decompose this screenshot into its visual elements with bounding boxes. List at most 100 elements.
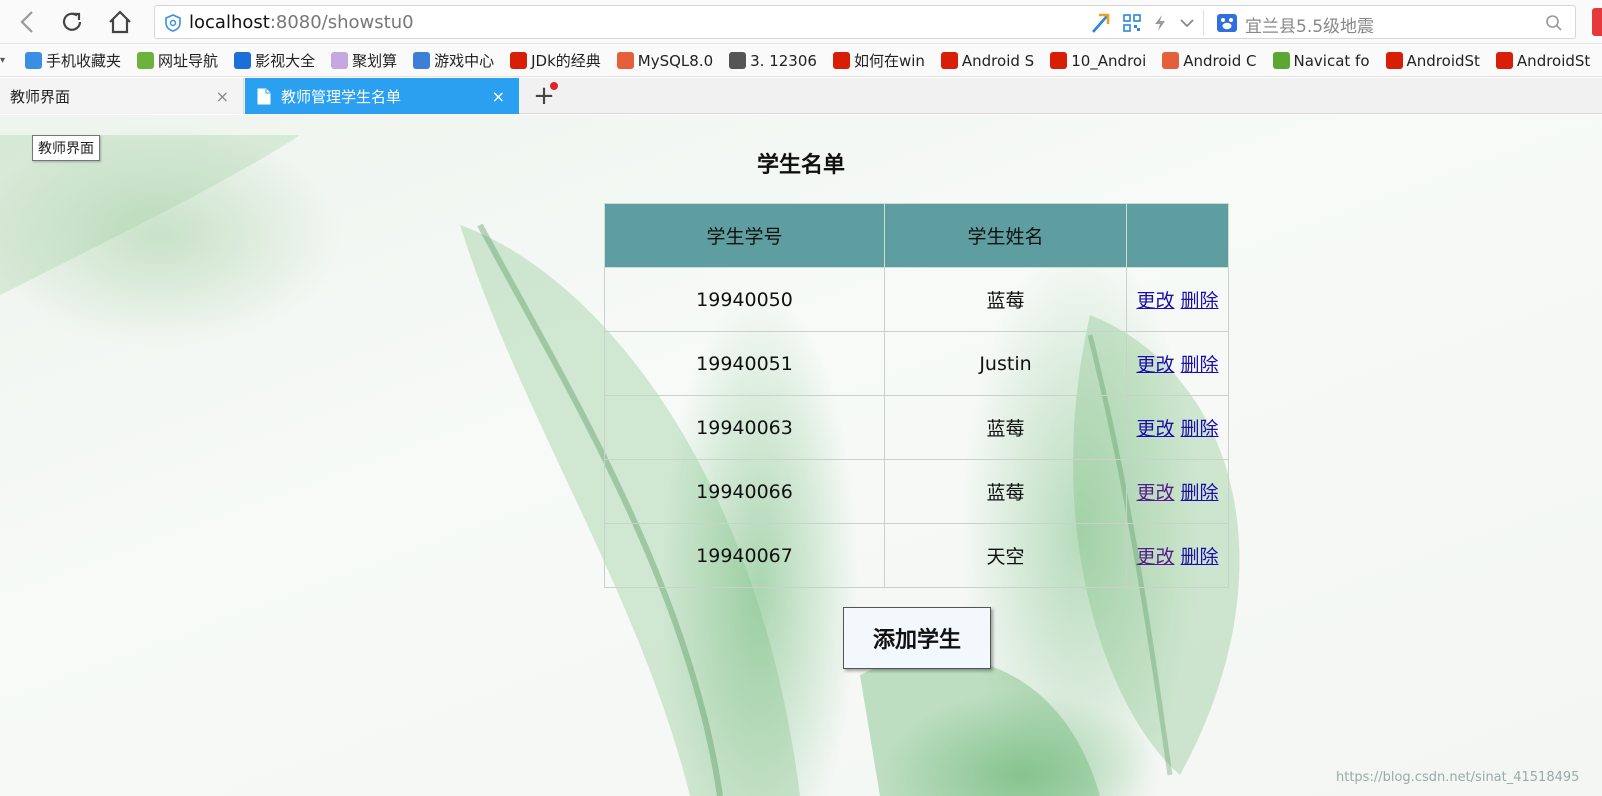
bookmark-item[interactable]: 网址导航 bbox=[137, 50, 218, 71]
url-path: :8080/showstu0 bbox=[269, 12, 414, 33]
column-header-student-id: 学生学号 bbox=[604, 203, 885, 268]
actions-cell: 更改 删除 bbox=[1126, 395, 1229, 460]
bookmark-item[interactable]: AndroidSt bbox=[1495, 51, 1591, 70]
bookmarks-bar: ▾ 手机收藏夹 网址导航 影视大全 聚划算 游戏中心 JDk的经典 MySQL8.0 3. 1… bbox=[0, 45, 1602, 77]
page-icon bbox=[257, 88, 271, 104]
bookmark-icon bbox=[1385, 52, 1403, 69]
table-row: 19940050 蓝莓 更改 删除 bbox=[604, 267, 1229, 332]
table-row: 19940051 Justin 更改 删除 bbox=[604, 331, 1229, 396]
table-row: 19940067 天空 更改 删除 bbox=[604, 523, 1229, 588]
table-row: 19940063 蓝莓 更改 删除 bbox=[604, 395, 1229, 460]
bookmark-icon bbox=[1162, 52, 1180, 69]
delete-link[interactable]: 删除 bbox=[1181, 290, 1219, 312]
student-id-cell: 19940050 bbox=[604, 267, 885, 332]
table-row: 19940066 蓝莓 更改 删除 bbox=[604, 459, 1229, 524]
bookmark-item[interactable]: 聚划算 bbox=[331, 50, 397, 71]
close-tab-icon[interactable]: × bbox=[216, 87, 229, 106]
student-id-cell: 19940051 bbox=[604, 331, 885, 396]
actions-cell: 更改 删除 bbox=[1126, 523, 1229, 588]
bookmark-icon bbox=[331, 52, 349, 69]
delete-link[interactable]: 删除 bbox=[1181, 418, 1219, 440]
arrow-up-right-icon[interactable] bbox=[1091, 12, 1111, 34]
bookmark-label: Navicat fo bbox=[1293, 51, 1370, 70]
chevron-down-icon[interactable] bbox=[1179, 17, 1195, 29]
reload-button[interactable] bbox=[56, 6, 88, 38]
back-arrow-icon bbox=[20, 11, 33, 33]
delete-link[interactable]: 删除 bbox=[1181, 482, 1219, 504]
bookmark-icon bbox=[729, 52, 747, 69]
url-host: localhost bbox=[189, 12, 270, 33]
delete-link[interactable]: 删除 bbox=[1181, 354, 1219, 376]
bookmark-list: 手机收藏夹 网址导航 影视大全 聚划算 游戏中心 JDk的经典 MySQL8.0 3. 123… bbox=[25, 50, 1602, 71]
tab-title: 教师界面 bbox=[10, 87, 71, 106]
bookmark-label: 10_Androi bbox=[1071, 51, 1147, 70]
back-button[interactable] bbox=[12, 6, 44, 38]
bookmark-item[interactable]: Android S bbox=[940, 52, 1034, 70]
edit-link[interactable]: 更改 bbox=[1136, 546, 1174, 568]
student-name-cell: 蓝莓 bbox=[884, 459, 1127, 524]
student-id-cell: 19940063 bbox=[604, 395, 885, 460]
bookmark-label: MySQL8.0 bbox=[637, 51, 714, 70]
bookmark-label: 影视大全 bbox=[255, 52, 316, 70]
home-icon bbox=[109, 10, 131, 34]
account-badge[interactable] bbox=[1592, 8, 1602, 36]
bookmark-label: Android C bbox=[1183, 51, 1257, 70]
edit-link[interactable]: 更改 bbox=[1136, 354, 1174, 376]
baidu-paw-icon[interactable] bbox=[1217, 14, 1237, 32]
bookmark-item[interactable]: Android C bbox=[1162, 51, 1257, 70]
shield-icon bbox=[165, 14, 181, 32]
bookmark-icon bbox=[234, 52, 252, 69]
bookmark-label: AndroidSt bbox=[1406, 51, 1480, 70]
bookmark-item[interactable]: JDk的经典 bbox=[510, 50, 601, 71]
url-text[interactable]: localhost:8080/showstu0 bbox=[189, 12, 414, 33]
address-tools bbox=[1091, 10, 1195, 36]
bookmark-label: 如何在win bbox=[853, 52, 925, 70]
actions-cell: 更改 删除 bbox=[1126, 267, 1229, 332]
page-content: 教师界面 学生名单 学生学号 学生姓名 19940050 蓝莓 更改 删除 19940… bbox=[0, 115, 1602, 796]
bookmark-label: AndroidSt bbox=[1516, 51, 1591, 70]
actions-cell: 更改 删除 bbox=[1126, 331, 1229, 396]
notification-dot bbox=[550, 82, 558, 90]
browser-toolbar: localhost:8080/showstu0 宜兰县5.5级地震 bbox=[0, 0, 1602, 44]
table-header-row: 学生学号 学生姓名 bbox=[604, 203, 1229, 268]
student-id-cell: 19940066 bbox=[604, 459, 885, 524]
bookmark-item[interactable]: Navicat fo bbox=[1272, 51, 1370, 70]
bookmark-item[interactable]: AndroidSt bbox=[1385, 51, 1480, 70]
tab-teacher-interface[interactable]: 教师界面 × bbox=[0, 78, 244, 114]
address-bar[interactable]: localhost:8080/showstu0 宜兰县5.5级地震 bbox=[154, 5, 1576, 39]
bookmark-icon bbox=[1050, 52, 1068, 69]
bookmark-item[interactable]: 游戏中心 bbox=[413, 50, 494, 71]
bookmark-item[interactable]: MySQL8.0 bbox=[616, 51, 714, 70]
qr-code-icon[interactable] bbox=[1123, 14, 1141, 32]
close-tab-icon[interactable]: × bbox=[492, 87, 505, 106]
tab-student-list[interactable]: 教师管理学生名单 × bbox=[245, 78, 519, 114]
bookmarks-menu-caret[interactable]: ▾ bbox=[0, 55, 5, 66]
bookmark-icon bbox=[1272, 52, 1290, 69]
page-title: 学生名单 bbox=[756, 153, 845, 178]
add-student-button[interactable]: 添加学生 bbox=[843, 607, 991, 669]
bookmark-item[interactable]: 10_Androi bbox=[1050, 52, 1146, 70]
search-icon[interactable] bbox=[1545, 14, 1563, 32]
search-suggestion[interactable]: 宜兰县5.5级地震 bbox=[1245, 12, 1374, 37]
bookmark-icon bbox=[25, 52, 43, 69]
table-body: 19940050 蓝莓 更改 删除 19940051 Justin 更改 删除 199400… bbox=[604, 267, 1229, 588]
student-id-cell: 19940067 bbox=[604, 523, 885, 588]
bookmark-label: 游戏中心 bbox=[434, 52, 495, 70]
edit-link[interactable]: 更改 bbox=[1136, 290, 1174, 312]
student-name-cell: 蓝莓 bbox=[884, 267, 1127, 332]
home-button[interactable] bbox=[104, 6, 136, 38]
column-header-actions bbox=[1126, 203, 1229, 268]
bookmark-icon bbox=[137, 52, 155, 69]
bookmark-item[interactable]: 手机收藏夹 bbox=[25, 50, 121, 71]
student-name-cell: Justin bbox=[884, 331, 1127, 396]
lightning-icon[interactable] bbox=[1153, 14, 1167, 32]
bookmark-item[interactable]: 3. 12306 bbox=[729, 52, 817, 70]
delete-link[interactable]: 删除 bbox=[1181, 546, 1219, 568]
edit-link[interactable]: 更改 bbox=[1136, 418, 1174, 440]
bookmark-item[interactable]: 影视大全 bbox=[234, 50, 315, 71]
tab-bar: 教师界面 × 教师管理学生名单 × + bbox=[0, 78, 1602, 114]
bookmark-icon bbox=[510, 52, 528, 69]
edit-link[interactable]: 更改 bbox=[1136, 482, 1174, 504]
column-header-student-name: 学生姓名 bbox=[884, 203, 1127, 268]
bookmark-item[interactable]: 如何在win bbox=[832, 50, 925, 71]
